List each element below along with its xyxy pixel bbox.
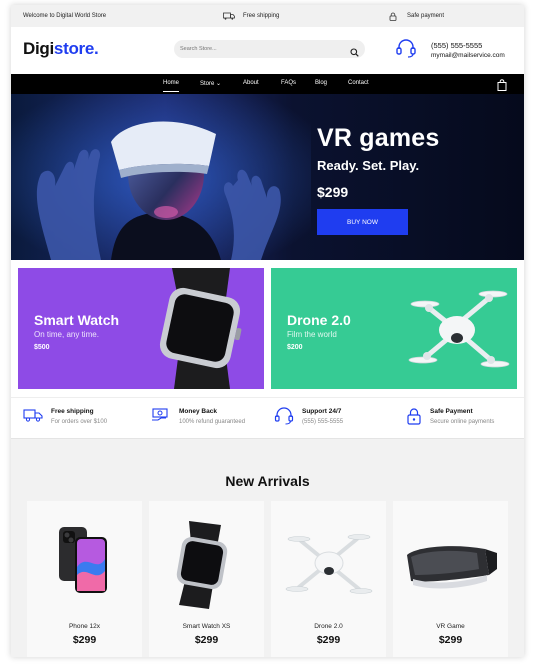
promo-smart-watch[interactable]: Smart Watch On time, any time. $500 xyxy=(18,268,264,389)
safe-payment-notice: Safe payment xyxy=(389,12,444,21)
feature-subtitle: For orders over $100 xyxy=(51,419,108,425)
feature-text: Safe Payment Secure online payments xyxy=(430,407,494,428)
feature-text: Money Back 100% refund guaranteed xyxy=(179,407,245,428)
chevron-down-icon: ⌄ xyxy=(216,81,222,87)
phone-number[interactable]: (555) 555-5555 xyxy=(431,41,505,51)
headset-icon xyxy=(395,38,417,63)
headset-icon xyxy=(274,407,294,430)
logo[interactable]: Digistore. xyxy=(23,39,99,59)
phone-image xyxy=(59,527,107,593)
nav-item-home[interactable]: Home xyxy=(163,80,180,92)
features-strip: Free shipping For orders over $100 Money… xyxy=(11,397,524,439)
hero-text: VR games Ready. Set. Play. $299 BUY NOW xyxy=(317,124,440,235)
hero-title: VR games xyxy=(317,124,440,152)
smart-watch-image xyxy=(176,521,228,609)
feature-text: Support 24/7 (555) 555-5555 xyxy=(302,407,343,428)
logo-text-digi: Digi xyxy=(23,39,54,58)
product-price: $299 xyxy=(72,634,97,646)
product-name: Smart Watch XS xyxy=(182,623,231,630)
product-price: $299 xyxy=(316,634,341,646)
top-bar: Welcome to Digital World Store Free ship… xyxy=(11,5,524,27)
search-input[interactable] xyxy=(180,46,340,52)
promo-price: $500 xyxy=(34,344,50,351)
feature-title: Free shipping xyxy=(51,408,94,415)
free-shipping-label: Free shipping xyxy=(243,13,280,19)
product-name: VR Game xyxy=(436,623,465,630)
promo-title: Smart Watch xyxy=(34,312,120,328)
free-shipping-notice: Free shipping xyxy=(223,12,279,20)
product-name: Phone 12x xyxy=(68,623,101,630)
lock-icon xyxy=(389,12,397,21)
contact-lines: (555) 555-5555 mymail@mailservice.com xyxy=(431,41,505,61)
drone-image xyxy=(285,534,373,594)
logo-text-store: store. xyxy=(53,39,99,58)
product-name: Drone 2.0 xyxy=(314,623,343,630)
search-bar xyxy=(174,40,365,58)
truck-icon xyxy=(23,407,43,428)
feature-title: Support 24/7 xyxy=(302,408,342,415)
promo-price: $200 xyxy=(287,344,303,351)
store-page: Welcome to Digital World Store Free ship… xyxy=(11,5,524,657)
welcome-text: Welcome to Digital World Store xyxy=(23,13,107,19)
nav-item-faqs[interactable]: FAQs xyxy=(281,80,296,86)
promo-title: Drone 2.0 xyxy=(287,312,351,328)
promo-drone[interactable]: Drone 2.0 Film the world $200 xyxy=(271,268,517,389)
truck-icon xyxy=(223,12,235,20)
email-address[interactable]: mymail@mailservice.com xyxy=(431,51,505,61)
nav-item-blog[interactable]: Blog xyxy=(315,80,327,86)
product-card[interactable]: Phone 12x $299 xyxy=(27,501,142,657)
header: Digistore. (555) 555-5555 mymail@mailser… xyxy=(11,27,524,74)
safe-payment-label: Safe payment xyxy=(407,13,445,19)
hero-subtitle: Ready. Set. Play. xyxy=(317,158,420,173)
product-price: $299 xyxy=(194,634,219,646)
product-price: $299 xyxy=(438,634,463,646)
nav-item-store-label: Store xyxy=(200,81,215,87)
section-heading: New Arrivals xyxy=(225,473,310,489)
hero-banner: VR games Ready. Set. Play. $299 BUY NOW xyxy=(11,94,524,260)
money-back-icon xyxy=(151,407,171,428)
hero-price: $299 xyxy=(317,184,349,200)
vr-player-image xyxy=(11,94,311,260)
new-arrivals-section: New Arrivals Phone 12x $299 Smart Watch … xyxy=(11,439,524,657)
feature-free-shipping: Free shipping For orders over $100 xyxy=(23,407,107,428)
lock-icon xyxy=(406,407,422,430)
main-nav: Home Store ⌄ About FAQs Blog Contact xyxy=(11,74,524,94)
product-card[interactable]: VR Game $299 xyxy=(393,501,508,657)
feature-title: Safe Payment xyxy=(430,408,473,415)
feature-subtitle: Secure online payments xyxy=(430,419,495,425)
product-card[interactable]: Smart Watch XS $299 xyxy=(149,501,264,657)
drone-image xyxy=(408,290,510,368)
nav-item-contact[interactable]: Contact xyxy=(348,80,369,86)
vr-headset-image xyxy=(407,546,497,589)
feature-subtitle: (555) 555-5555 xyxy=(302,419,344,425)
promo-subtitle: Film the world xyxy=(287,330,337,339)
smart-watch-image xyxy=(159,268,242,389)
feature-title: Money Back xyxy=(179,408,217,415)
product-card[interactable]: Drone 2.0 $299 xyxy=(271,501,386,657)
feature-subtitle: 100% refund guaranteed xyxy=(179,419,246,425)
feature-text: Free shipping For orders over $100 xyxy=(51,407,107,428)
promo-subtitle: On time, any time. xyxy=(34,330,99,339)
nav-item-store[interactable]: Store ⌄ xyxy=(200,80,221,87)
nav-item-about[interactable]: About xyxy=(243,80,259,86)
search-icon[interactable] xyxy=(350,44,359,62)
buy-now-button[interactable]: BUY NOW xyxy=(317,209,408,235)
contact-info: (555) 555-5555 mymail@mailservice.com xyxy=(395,38,505,63)
feature-support: Support 24/7 (555) 555-5555 xyxy=(274,407,343,430)
feature-money-back: Money Back 100% refund guaranteed xyxy=(151,407,245,428)
feature-safe-payment: Safe Payment Secure online payments xyxy=(406,407,494,430)
